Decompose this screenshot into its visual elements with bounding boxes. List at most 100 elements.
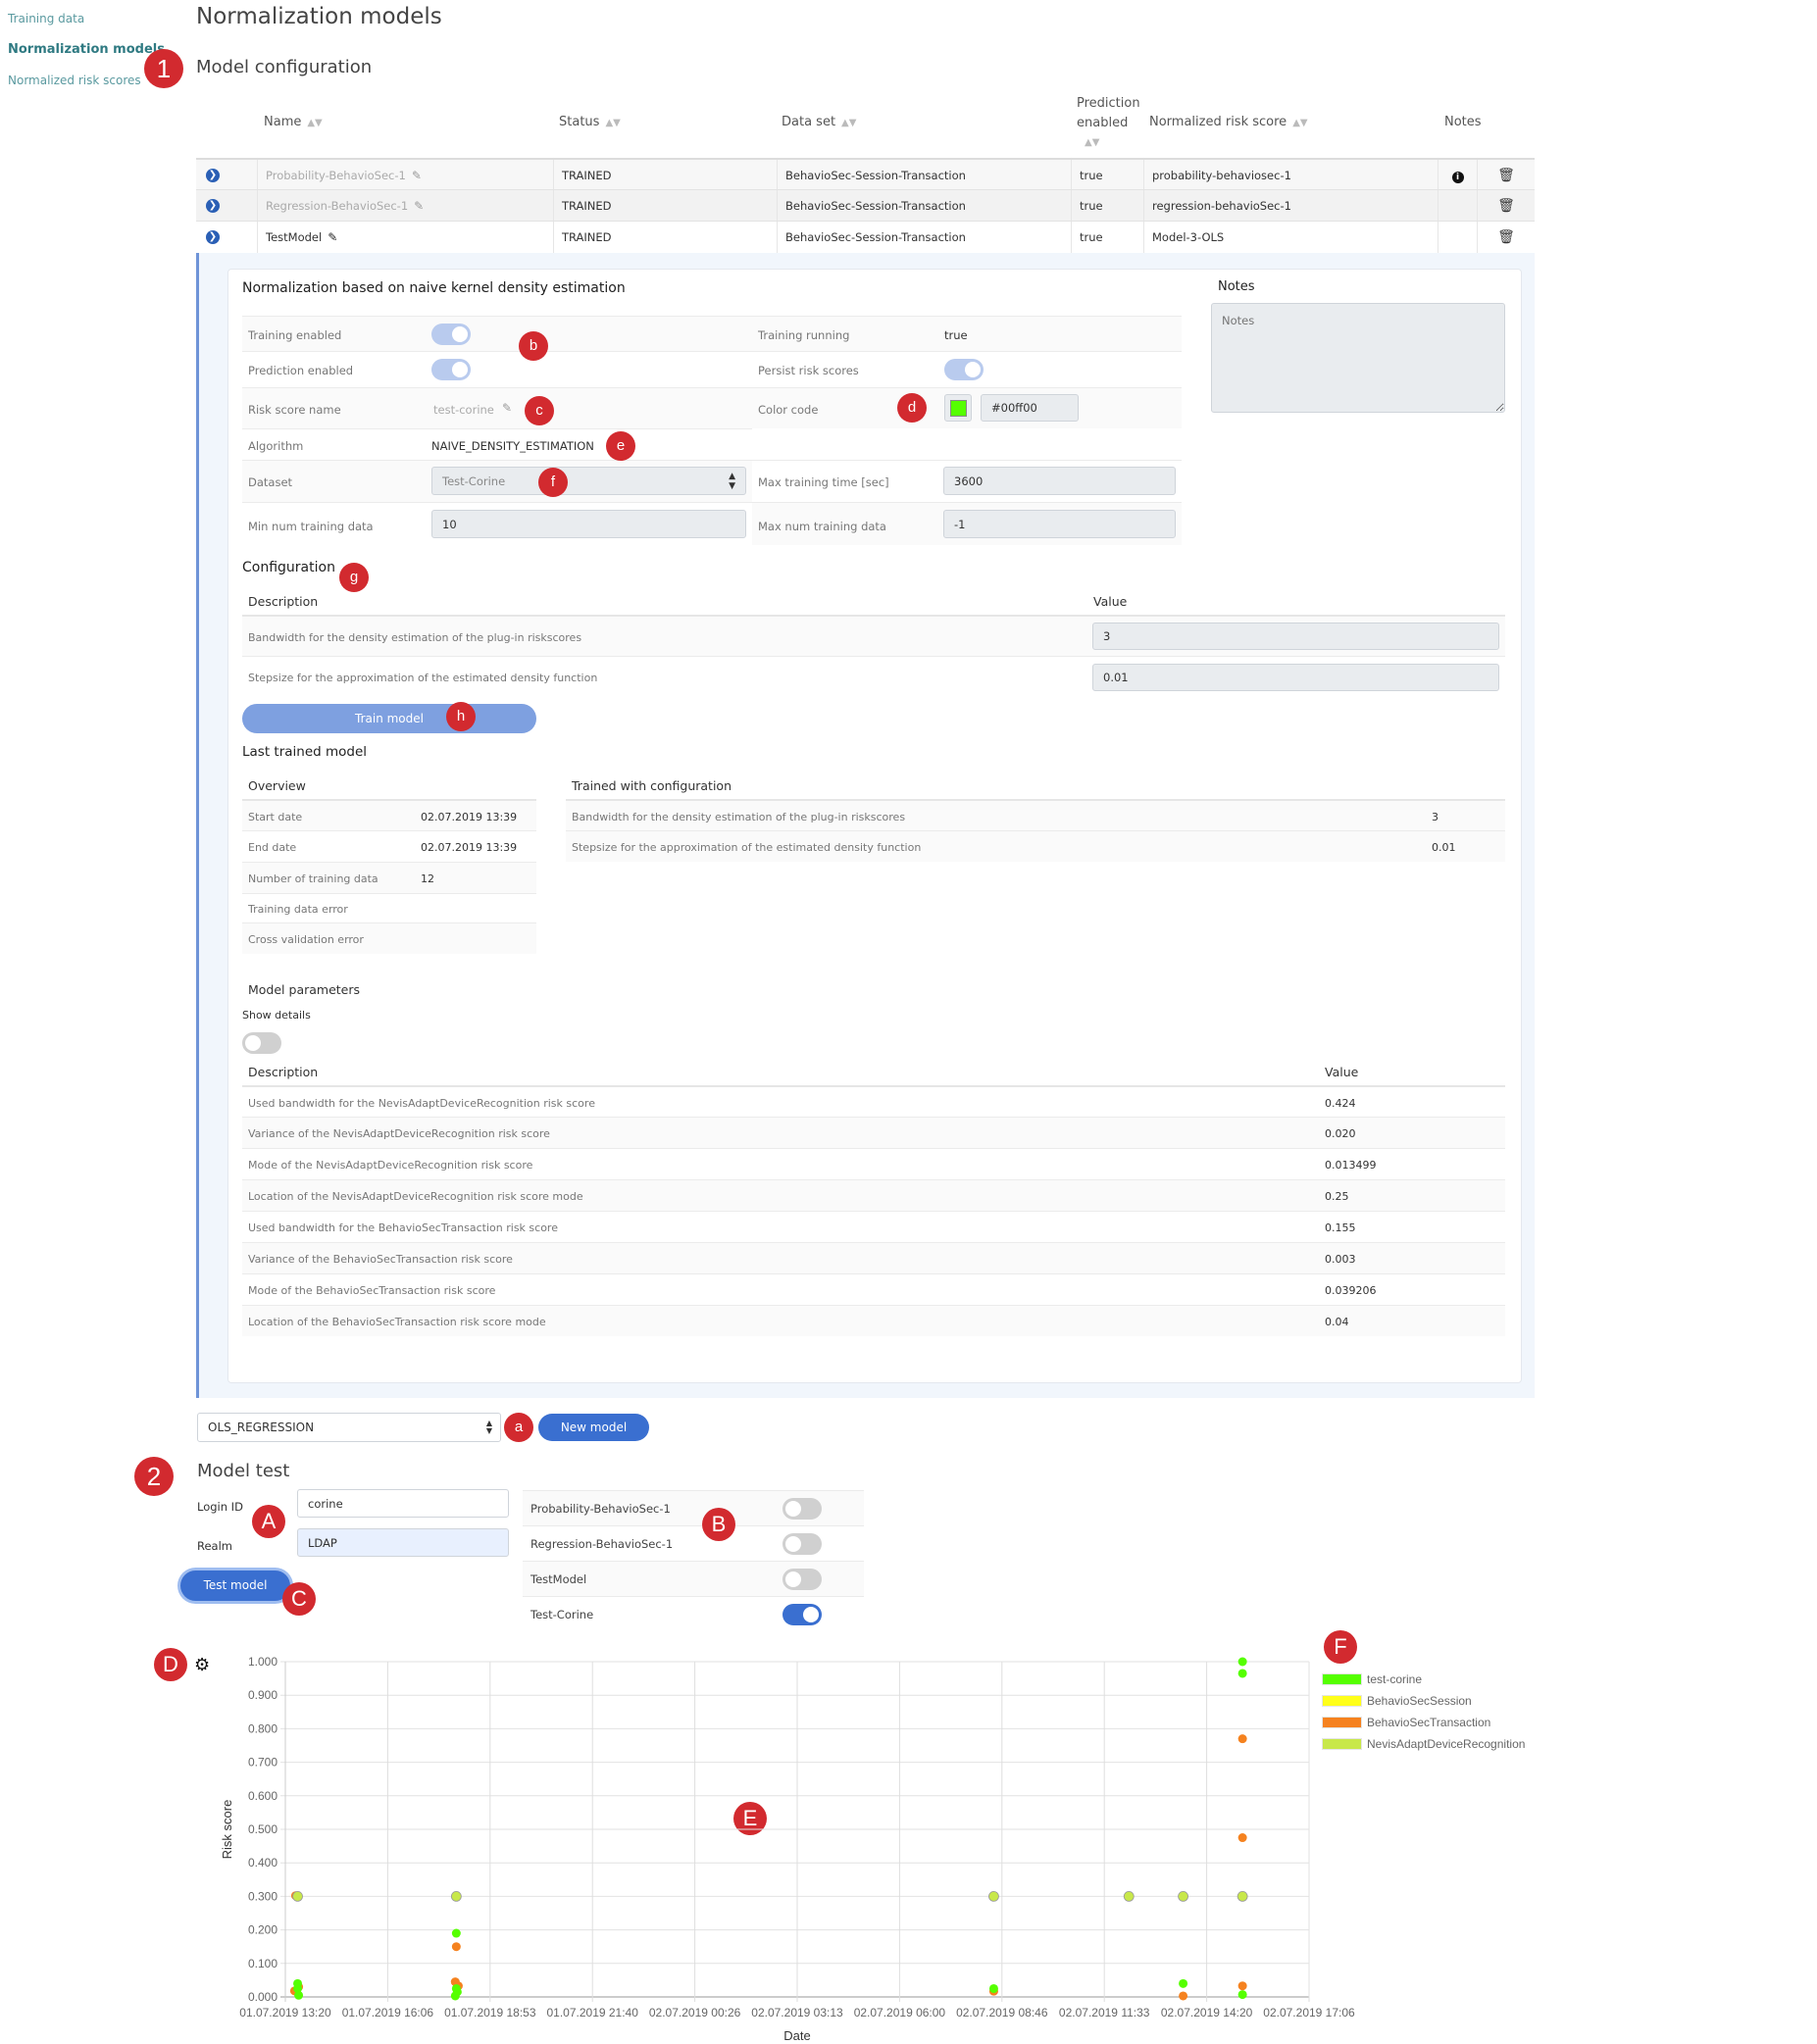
notes-textarea[interactable] xyxy=(1211,303,1505,413)
data-point-test-corine xyxy=(1237,1657,1247,1667)
x-tick-label: 02.07.2019 00:26 xyxy=(649,2006,741,2019)
realm-input[interactable]: LDAP xyxy=(297,1528,509,1557)
edit-pencil-icon[interactable]: ✎ xyxy=(412,169,422,182)
max-num-training-data-input[interactable]: -1 xyxy=(943,510,1176,538)
test-model-row: Test-Corine xyxy=(523,1596,864,1631)
config-description: Bandwidth for the density estimation of … xyxy=(248,631,582,644)
table-row[interactable]: ❯ Probability-BehavioSec-1 ✎ TRAINED Beha… xyxy=(196,158,1535,191)
min-num-training-data-value: 10 xyxy=(442,517,457,531)
persist-risk-scores-toggle[interactable] xyxy=(944,359,984,380)
max-training-time-input[interactable]: 3600 xyxy=(943,467,1176,495)
model-parameters-title: Model parameters xyxy=(248,982,361,997)
model-parameter-value: 0.04 xyxy=(1325,1316,1349,1328)
edit-pencil-icon[interactable]: ✎ xyxy=(414,199,424,213)
color-picker-button[interactable] xyxy=(944,394,972,422)
x-axis-label: Date xyxy=(783,2028,810,2043)
login-id-input[interactable]: corine xyxy=(297,1489,509,1518)
legend-swatch xyxy=(1322,1695,1362,1707)
overview-row: Number of training data 12 xyxy=(242,862,536,893)
x-tick-label: 02.07.2019 06:00 xyxy=(854,2006,946,2019)
column-header-status[interactable]: Status ▲▼ xyxy=(559,115,621,129)
prediction-enabled-toggle[interactable] xyxy=(431,359,471,380)
column-header-dataset[interactable]: Data set ▲▼ xyxy=(782,115,856,129)
notes-label: Notes xyxy=(1218,279,1255,294)
test-model-toggle[interactable] xyxy=(782,1533,822,1555)
overview-row: Cross validation error xyxy=(242,922,536,954)
edit-pencil-icon[interactable]: ✎ xyxy=(328,230,337,244)
model-parameter-row: Location of the NevisAdaptDeviceRecognit… xyxy=(242,1179,1505,1211)
column-header-name[interactable]: Name ▲▼ xyxy=(264,115,323,129)
training-enabled-toggle[interactable] xyxy=(431,324,471,345)
column-header-dataset-label: Data set xyxy=(782,115,836,129)
trash-icon[interactable]: 🗑 xyxy=(1497,198,1515,214)
y-tick-label: 0.500 xyxy=(248,1822,278,1836)
form-row-prediction-enabled: Prediction enabled xyxy=(242,351,752,387)
overview-label: Training data error xyxy=(248,903,348,916)
prediction-enabled-label: Prediction enabled xyxy=(248,364,354,377)
model-parameter-value: 0.020 xyxy=(1325,1127,1356,1140)
sidebar-item-normalization-models[interactable]: Normalization models xyxy=(8,42,165,57)
expand-row-icon[interactable]: ❯ xyxy=(206,230,220,244)
min-num-training-data-input[interactable]: 10 xyxy=(431,510,746,538)
trash-icon[interactable]: 🗑 xyxy=(1497,168,1515,183)
x-tick-label: 01.07.2019 21:40 xyxy=(546,2006,638,2019)
sidebar-item-training-data[interactable]: Training data xyxy=(8,12,84,25)
info-icon[interactable]: i xyxy=(1451,172,1464,183)
color-swatch xyxy=(949,399,967,417)
config-value-input[interactable]: 3 xyxy=(1092,623,1499,650)
model-parameter-row: Mode of the BehavioSecTransaction risk s… xyxy=(242,1273,1505,1305)
algorithm-select-value: OLS_REGRESSION xyxy=(208,1421,315,1434)
table-row[interactable]: ❯ Regression-BehavioSec-1 ✎ TRAINED Behav… xyxy=(196,189,1535,222)
test-model-row: TestModel xyxy=(523,1561,864,1596)
new-model-button[interactable]: New model xyxy=(538,1414,649,1441)
normalized-risk-score-cell: probability-behaviosec-1 xyxy=(1143,160,1438,191)
model-parameter-value: 0.013499 xyxy=(1325,1159,1377,1172)
dataset-cell: BehavioSec-Session-Transaction xyxy=(777,222,1071,253)
y-tick-label: 0.000 xyxy=(248,1990,278,2004)
annotation-badge-B: B xyxy=(702,1508,735,1541)
algorithm-select[interactable]: OLS_REGRESSION ▲ ▼ xyxy=(197,1413,501,1442)
expand-row-icon[interactable]: ❯ xyxy=(206,199,220,213)
annotation-badge-2: 2 xyxy=(134,1457,174,1496)
y-tick-label: 0.600 xyxy=(248,1789,278,1803)
x-tick-label: 01.07.2019 13:20 xyxy=(239,2006,331,2019)
data-point-test-corine xyxy=(1237,1990,1247,2000)
model-parameter-value: 0.25 xyxy=(1325,1190,1349,1203)
legend-label: NevisAdaptDeviceRecognition xyxy=(1367,1737,1526,1751)
x-tick-label: 01.07.2019 18:53 xyxy=(444,2006,536,2019)
normalized-risk-score-cell: regression-behavioSec-1 xyxy=(1143,190,1438,222)
min-num-training-data-label: Min num training data xyxy=(248,520,374,533)
data-point-test-corine xyxy=(451,1928,461,1938)
annotation-badge-g: g xyxy=(339,563,369,592)
show-details-toggle[interactable] xyxy=(242,1032,281,1054)
column-header-prediction-enabled[interactable]: Prediction enabled ▲▼ xyxy=(1077,94,1140,153)
train-model-button[interactable]: Train model xyxy=(242,704,536,733)
config-value-input[interactable]: 0.01 xyxy=(1092,664,1499,691)
dataset-select[interactable]: Test-Corine ▲ ▼ xyxy=(431,467,746,495)
model-parameter-row: Used bandwidth for the NevisAdaptDeviceR… xyxy=(242,1085,1505,1117)
trash-icon[interactable]: 🗑 xyxy=(1497,229,1515,245)
model-parameter-description: Used bandwidth for the BehavioSecTransac… xyxy=(248,1221,558,1234)
column-header-normalized-risk-score[interactable]: Normalized risk score ▲▼ xyxy=(1149,115,1308,129)
realm-label: Realm xyxy=(197,1539,232,1553)
model-parameter-description: Location of the NevisAdaptDeviceRecognit… xyxy=(248,1190,583,1203)
test-model-toggle[interactable] xyxy=(782,1498,822,1520)
model-test-title: Model test xyxy=(197,1461,290,1481)
model-name-cell: Probability-BehavioSec-1 ✎ xyxy=(257,160,553,191)
trained-with-description: Stepsize for the approximation of the es… xyxy=(572,841,922,854)
table-row[interactable]: ❯ TestModel ✎ TRAINED BehavioSec-Session-… xyxy=(196,221,1535,253)
legend-swatch xyxy=(1322,1673,1362,1685)
algorithm-label: Algorithm xyxy=(248,439,304,453)
expand-row-icon[interactable]: ❯ xyxy=(206,169,220,182)
data-point-nevisadaptdevicerecognition xyxy=(988,1890,999,1902)
sidebar-item-normalized-risk-scores[interactable]: Normalized risk scores xyxy=(8,74,141,87)
edit-pencil-icon[interactable]: ✎ xyxy=(502,401,512,415)
data-point-nevisadaptdevicerecognition xyxy=(1123,1890,1135,1902)
test-model-toggle[interactable] xyxy=(782,1604,822,1625)
test-model-toggle[interactable] xyxy=(782,1569,822,1590)
trained-with-row: Bandwidth for the density estimation of … xyxy=(566,799,1505,830)
color-code-input[interactable]: #00ff00 xyxy=(981,394,1079,422)
overview-label: Cross validation error xyxy=(248,933,364,946)
realm-value: LDAP xyxy=(308,1535,337,1550)
test-model-button[interactable]: Test model xyxy=(180,1570,290,1601)
